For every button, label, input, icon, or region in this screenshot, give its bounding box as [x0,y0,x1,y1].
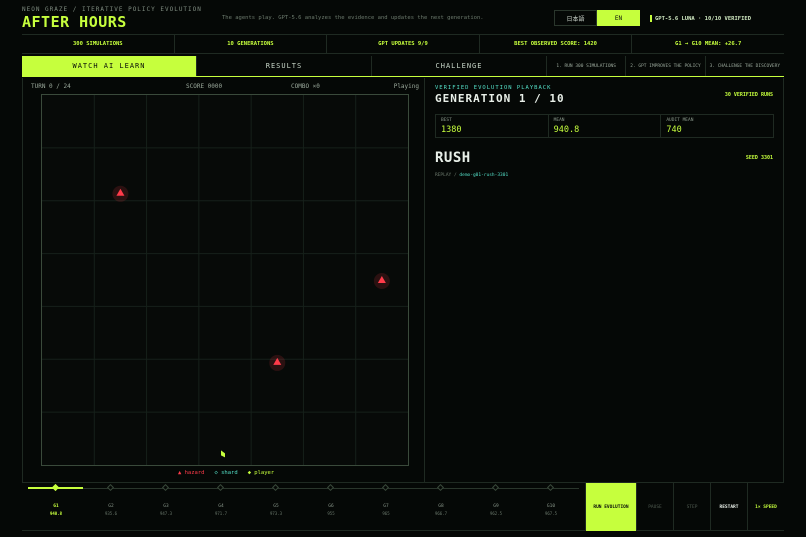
tagline: The agents play. GPT-5.6 analyzes the ev… [222,15,484,21]
timeline-marker-icon [216,483,225,492]
metrics-row: BEST 1380 MEAN 940.8 AUDIT MEAN 740 [435,114,774,138]
generation-timeline[interactable]: G1 940.8 G2 935.6 G3 947.3 G4 971.7 G5 973.3 G6 955… [22,483,584,532]
metric-value: 740 [666,125,682,135]
replay-code[interactable]: demo-g01-rush-3301 [459,173,508,178]
gen-value: 971.7 [214,511,228,516]
generation-title: GENERATION 1 / 10 [435,92,565,105]
stat-best-score: BEST OBSERVED SCORE: 1420 [480,35,633,53]
metric-value: 1380 [441,125,462,135]
model-badge: GPT-5.6 LUNA · 10/10 VERIFIED [650,15,751,22]
timeline-marker-icon [271,483,280,492]
policy-name: RUSH [435,150,471,166]
model-badge-text: GPT-5.6 LUNA · 10/10 VERIFIED [655,16,752,22]
gen-label: G4 [218,504,224,509]
playback-eyebrow: VERIFIED EVOLUTION PLAYBACK [435,85,552,91]
stat-simulations: 300 SIMULATIONS [22,35,175,53]
verified-runs-badge: 30 VERIFIED RUNS [724,92,773,98]
stat-mean-delta: G1 → G10 MEAN: +26.7 [675,41,742,47]
tab-challenge[interactable]: CHALLENGE [372,56,547,76]
restart-button[interactable]: RESTART [710,483,747,531]
game-hud: TURN 0 / 24 SCORE 0000 COMBO ×0 Playing [31,83,419,93]
timeline-marker-icon [326,483,335,492]
gen-label: G6 [328,504,334,509]
evolution-bar: G1 940.8 G2 935.6 G3 947.3 G4 971.7 G5 973.3 G6 955… [22,482,784,531]
player-icon [221,450,225,458]
step-gpt-improves[interactable]: 2. GPT IMPROVES THE POLICY [626,56,706,76]
gen-value: 966.7 [434,511,448,516]
metric-value: 940.8 [553,125,580,135]
gen-value: 935.6 [104,511,118,516]
gen-value: 967.5 [544,511,558,516]
timeline-marker-icon [436,483,445,492]
gen-label: G3 [163,504,169,509]
metric-label: BEST [441,118,452,123]
tab-watch-ai-learn[interactable]: WATCH AI LEARN [22,56,197,76]
speed-button[interactable]: 1× SPEED [747,483,784,531]
timeline-marker-icon [106,483,115,492]
stats-strip: 300 SIMULATIONS 10 GENERATIONS GPT UPDAT… [22,34,784,54]
legend-shard: ◇ shard [214,470,238,476]
app-title: AFTER HOURS [22,13,127,31]
gen-label: G5 [273,504,279,509]
game-board[interactable] [41,94,409,466]
lang-button-en[interactable]: EN [597,10,640,26]
board-legend: ▲ hazard ◇ shard ◆ player [178,470,274,476]
playback-controls: RUN EVOLUTION PAUSE STEP RESTART 1× SPEE… [585,483,784,531]
legend-hazard: ▲ hazard [178,470,205,476]
gen-value: 940.8 [49,511,63,516]
stat-gpt-updates: GPT UPDATES 9/9 [327,35,480,53]
status-bar-icon [650,15,652,22]
stat-generations: 10 GENERATIONS [175,35,328,53]
turn-counter: TURN 0 / 24 [31,83,71,90]
run-evolution-button[interactable]: RUN EVOLUTION [585,483,636,531]
metric-label: AUDIT MEAN [666,118,694,123]
brand-subtitle: NEON GRAZE / ITERATIVE POLICY EVOLUTION [22,6,202,13]
step-challenge[interactable]: 3. CHALLENGE THE DISCOVERY [706,56,784,76]
game-panel: TURN 0 / 24 SCORE 0000 COMBO ×0 Playing … [22,78,425,482]
metric-audit-mean: AUDIT MEAN 740 [661,115,773,137]
app-header: NEON GRAZE / ITERATIVE POLICY EVOLUTION … [22,4,784,34]
language-toggle: 日本語 EN [554,10,640,26]
pause-button[interactable]: PAUSE [636,483,673,531]
gen-value: 973.3 [269,511,283,516]
timeline-marker-icon [161,483,170,492]
timeline-marker-icon [381,483,390,492]
timeline-marker-icon [51,483,60,492]
gen-value: 962.5 [489,511,503,516]
gen-value: 947.3 [159,511,173,516]
legend-player: ◆ player [247,470,275,476]
seed-badge: SEED 3301 [745,155,773,161]
board-canvas [42,95,408,465]
gen-label: G9 [493,504,499,509]
combo-readout: COMBO ×0 [291,83,320,90]
main-tabs: WATCH AI LEARN RESULTS CHALLENGE 1. RUN … [22,56,784,77]
tab-results[interactable]: RESULTS [197,56,372,76]
metric-best: BEST 1380 [436,115,549,137]
metric-label: MEAN [553,118,565,123]
gen-label: G2 [108,504,114,509]
step-run-simulations[interactable]: 1. RUN 300 SIMULATIONS [547,56,627,76]
timeline-marker-icon [546,483,555,492]
metric-mean: MEAN 940.8 [549,115,662,137]
step-button[interactable]: STEP [673,483,710,531]
lang-button-ja[interactable]: 日本語 [554,10,597,26]
playback-panel: VERIFIED EVOLUTION PLAYBACK GENERATION 1… [426,78,784,482]
gen-label: G10 [546,504,556,509]
gen-label: G7 [383,504,389,509]
gen-label: G1 [53,504,59,509]
game-status: Playing [393,83,419,90]
gen-value: 955 [327,511,335,516]
score-readout: SCORE 0000 [186,83,223,90]
replay-label: REPLAY / [435,173,457,178]
gen-value: 965 [382,511,390,516]
timeline-marker-icon [491,483,500,492]
replay-line: REPLAY / demo-g01-rush-3301 [435,173,508,178]
gen-label: G8 [438,504,444,509]
